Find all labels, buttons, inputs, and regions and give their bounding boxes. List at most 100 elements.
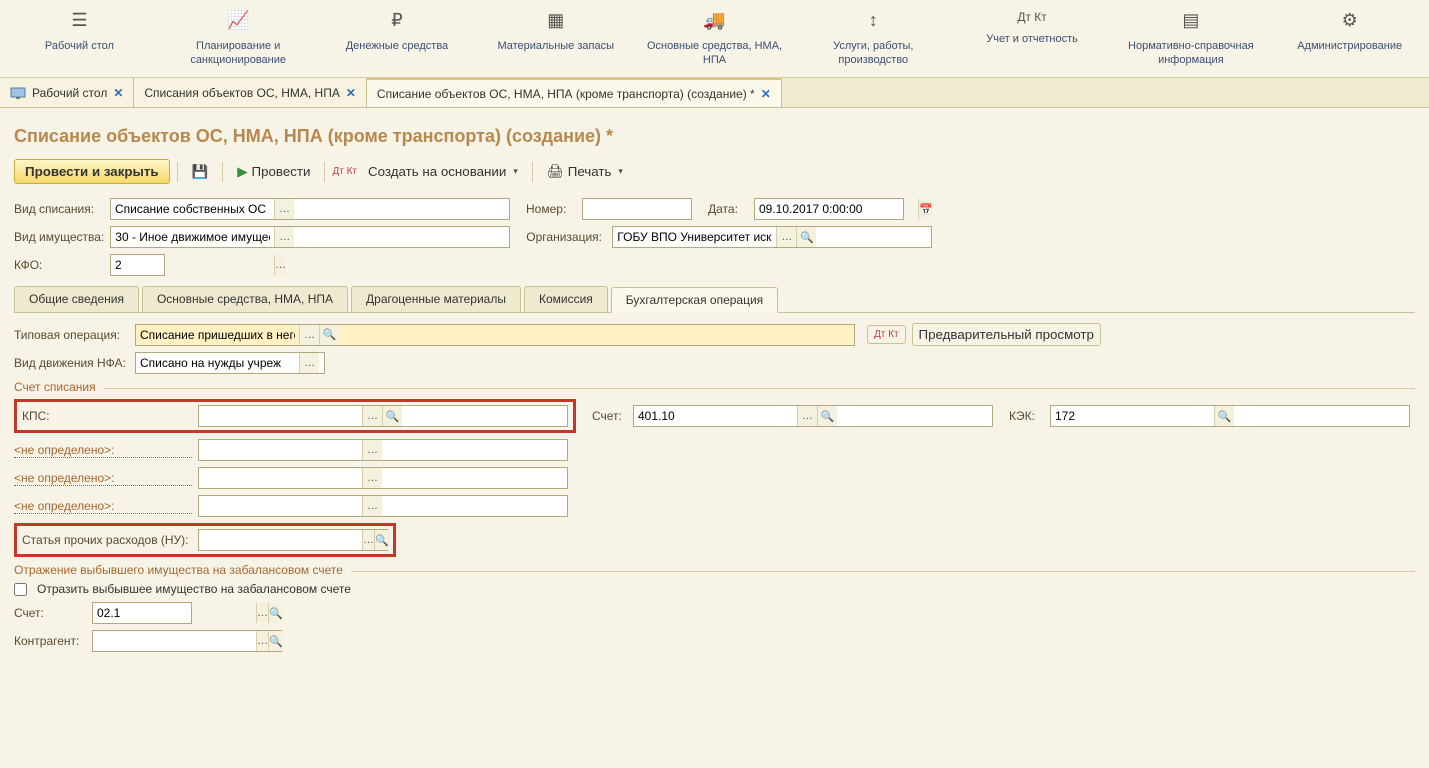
- label-vid-spisaniya: Вид списания:: [14, 202, 104, 216]
- label-vid-imushestva: Вид имущества:: [14, 230, 104, 244]
- post-icon: ▶: [237, 164, 247, 180]
- subtab-general[interactable]: Общие сведения: [14, 286, 139, 312]
- label-data: Дата:: [708, 202, 748, 216]
- select-button[interactable]: …: [362, 468, 382, 488]
- tab-desktop[interactable]: Рабочий стол ✕: [0, 78, 134, 107]
- statya-highlight: Статья прочих расходов (НУ): … 🔍: [14, 523, 396, 557]
- document-subtabs: Общие сведения Основные средства, НМА, Н…: [14, 286, 1415, 313]
- analytics-link-2[interactable]: <не определено>:: [14, 471, 192, 486]
- label-statya: Статья прочих расходов (НУ):: [22, 533, 192, 547]
- search-button[interactable]: 🔍: [268, 603, 283, 623]
- search-button[interactable]: 🔍: [817, 406, 837, 426]
- dtkt-icon: Дт Кт: [332, 166, 357, 177]
- nav-services[interactable]: ↕Услуги, работы, производство: [794, 0, 953, 77]
- offbalance-schet-input[interactable]: [93, 603, 256, 623]
- preview-button[interactable]: Предварительный просмотр: [912, 323, 1101, 346]
- vid-dvizh-input[interactable]: [136, 353, 299, 373]
- select-button[interactable]: …: [256, 603, 268, 623]
- label-organization: Организация:: [526, 230, 606, 244]
- search-button[interactable]: 🔍: [319, 325, 339, 345]
- search-button[interactable]: 🔍: [1214, 406, 1234, 426]
- analytics-input-2[interactable]: [199, 468, 362, 488]
- document-tabs: Рабочий стол ✕ Списания объектов ОС, НМА…: [0, 78, 1429, 108]
- print-button[interactable]: 🖨Печать: [540, 160, 630, 184]
- subtab-assets[interactable]: Основные средства, НМА, НПА: [142, 286, 348, 312]
- kek-input[interactable]: [1051, 406, 1214, 426]
- tip-operation-input[interactable]: [136, 325, 299, 345]
- dtkt-icon: Дт Кт: [958, 10, 1107, 24]
- kontragent-input[interactable]: [93, 631, 256, 651]
- close-icon[interactable]: ✕: [113, 86, 123, 100]
- select-button[interactable]: …: [299, 325, 319, 345]
- create-on-basis-button[interactable]: Создать на основании: [361, 160, 525, 183]
- nav-accounting[interactable]: Дт КтУчет и отчетность: [953, 0, 1112, 77]
- truck-icon: 🚚: [640, 10, 789, 31]
- subtab-commission[interactable]: Комиссия: [524, 286, 608, 312]
- statya-input[interactable]: [199, 530, 362, 550]
- book-icon: ▤: [1116, 10, 1265, 31]
- main-navigation: ☰Рабочий стол 📈Планирование и санкционир…: [0, 0, 1429, 78]
- gear-icon: ⚙: [1275, 10, 1424, 31]
- label-kfo: КФО:: [14, 258, 104, 272]
- nav-reference[interactable]: ▤Нормативно-справочная информация: [1111, 0, 1270, 77]
- label-tip-operation: Типовая операция:: [14, 328, 129, 342]
- select-button[interactable]: …: [274, 255, 286, 275]
- vid-spisaniya-input[interactable]: [111, 199, 274, 219]
- organization-input[interactable]: [613, 227, 776, 247]
- tab-list[interactable]: Списания объектов ОС, НМА, НПА ✕: [134, 78, 367, 107]
- nav-materials[interactable]: ▦Материальные запасы: [476, 0, 635, 77]
- label-offbalance-schet: Счет:: [14, 606, 86, 620]
- calendar-button[interactable]: 📅: [918, 199, 933, 219]
- subtab-accounting[interactable]: Бухгалтерская операция: [611, 287, 778, 313]
- kps-highlight: КПС: … 🔍: [14, 399, 576, 433]
- save-icon: 💾: [192, 164, 209, 180]
- dtkt-button[interactable]: Дт Кт: [867, 325, 906, 344]
- kps-input[interactable]: [199, 406, 362, 426]
- subtab-precious[interactable]: Драгоценные материалы: [351, 286, 521, 312]
- sliders-icon: ↕: [799, 10, 948, 31]
- search-button[interactable]: 🔍: [382, 406, 402, 426]
- select-button[interactable]: …: [362, 530, 374, 550]
- offbalance-checkbox-label: Отразить выбывшее имущество на забалансо…: [37, 582, 351, 596]
- offbalance-checkbox[interactable]: [14, 583, 27, 596]
- tab-document[interactable]: Списание объектов ОС, НМА, НПА (кроме тр…: [367, 78, 782, 107]
- label-kontragent: Контрагент:: [14, 634, 86, 648]
- tab-label: Списания объектов ОС, НМА, НПА: [144, 86, 339, 100]
- date-input[interactable]: [755, 199, 918, 219]
- grid-icon: ▦: [481, 10, 630, 31]
- schet-input[interactable]: [634, 406, 797, 426]
- nav-desktop[interactable]: ☰Рабочий стол: [0, 0, 159, 77]
- post-and-close-button[interactable]: Провести и закрыть: [14, 159, 170, 184]
- select-button[interactable]: …: [362, 440, 382, 460]
- analytics-input-3[interactable]: [199, 496, 362, 516]
- analytics-link-1[interactable]: <не определено>:: [14, 443, 192, 458]
- kfo-input[interactable]: [111, 255, 274, 275]
- desktop-icon: [10, 85, 26, 101]
- nav-assets[interactable]: 🚚Основные средства, НМА, НПА: [635, 0, 794, 77]
- select-button[interactable]: …: [362, 496, 382, 516]
- select-button[interactable]: …: [274, 199, 294, 219]
- search-button[interactable]: 🔍: [796, 227, 816, 247]
- search-button[interactable]: 🔍: [374, 530, 389, 550]
- analytics-input-1[interactable]: [199, 440, 362, 460]
- select-button[interactable]: …: [256, 631, 268, 651]
- tab-label: Списание объектов ОС, НМА, НПА (кроме тр…: [377, 87, 755, 101]
- nav-money[interactable]: ₽Денежные средства: [318, 0, 477, 77]
- vid-imushestva-input[interactable]: [111, 227, 274, 247]
- search-button[interactable]: 🔍: [268, 631, 283, 651]
- page-title: Списание объектов ОС, НМА, НПА (кроме тр…: [14, 126, 1415, 147]
- post-button[interactable]: ▶Провести: [230, 160, 317, 184]
- section-legend: Счет списания: [14, 380, 104, 394]
- nav-planning[interactable]: 📈Планирование и санкционирование: [159, 0, 318, 77]
- select-button[interactable]: …: [299, 353, 319, 373]
- close-icon[interactable]: ✕: [346, 86, 356, 100]
- nav-admin[interactable]: ⚙Администрирование: [1270, 0, 1429, 77]
- select-button[interactable]: …: [274, 227, 294, 247]
- analytics-link-3[interactable]: <не определено>:: [14, 499, 192, 514]
- select-button[interactable]: …: [362, 406, 382, 426]
- save-button[interactable]: 💾: [185, 160, 216, 184]
- select-button[interactable]: …: [776, 227, 796, 247]
- select-button[interactable]: …: [797, 406, 817, 426]
- label-nomer: Номер:: [526, 202, 576, 216]
- close-icon[interactable]: ✕: [761, 87, 771, 101]
